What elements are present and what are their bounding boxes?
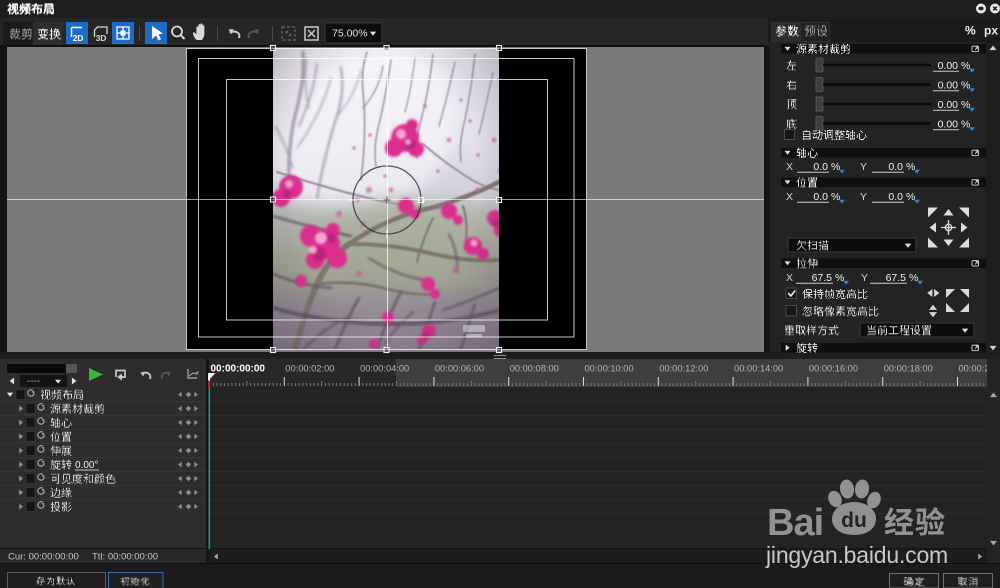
- svg-text:%: %: [961, 99, 970, 111]
- svg-text:Y: Y: [861, 272, 868, 284]
- svg-text:Y: Y: [860, 161, 867, 173]
- svg-text:px: px: [984, 24, 998, 38]
- svg-text:00:00:02:00: 00:00:02:00: [285, 364, 334, 374]
- svg-text:jingyan.baidu.com: jingyan.baidu.com: [765, 542, 948, 568]
- svg-text:00:00:18:00: 00:00:18:00: [884, 364, 933, 374]
- svg-text:X: X: [786, 191, 793, 203]
- svg-text:X: X: [786, 272, 793, 284]
- svg-text:0.0: 0.0: [813, 161, 828, 173]
- svg-text:Y: Y: [860, 191, 867, 203]
- svg-text:Ttl: 00:00:00:00: Ttl: 00:00:00:00: [92, 552, 158, 563]
- svg-text:%: %: [961, 118, 970, 130]
- svg-text:2D: 2D: [73, 33, 84, 43]
- svg-text:Cur: 00:00:00:00: Cur: 00:00:00:00: [8, 552, 79, 563]
- svg-text:%: %: [961, 60, 970, 72]
- svg-text:0.00: 0.00: [938, 60, 959, 72]
- svg-text:Bai: Bai: [767, 502, 823, 544]
- svg-text:00:00:00:00: 00:00:00:00: [211, 364, 266, 375]
- svg-text:du: du: [841, 509, 867, 532]
- svg-text:----: ----: [27, 376, 40, 387]
- svg-text:%: %: [835, 272, 844, 284]
- svg-text:67.5: 67.5: [886, 272, 907, 284]
- svg-text:0.00: 0.00: [938, 99, 959, 111]
- svg-text:%: %: [961, 79, 970, 91]
- svg-text:67.5: 67.5: [812, 272, 833, 284]
- svg-text:75.00%: 75.00%: [332, 28, 368, 40]
- svg-text:0.0: 0.0: [888, 161, 903, 173]
- svg-text:0.00: 0.00: [938, 118, 959, 130]
- svg-text:0.0: 0.0: [888, 191, 903, 203]
- svg-text:X: X: [786, 161, 793, 173]
- svg-text:%: %: [906, 191, 915, 203]
- svg-text:3D: 3D: [96, 33, 107, 43]
- svg-text:00:00:10:00: 00:00:10:00: [585, 364, 634, 374]
- svg-text:00:00:06:00: 00:00:06:00: [435, 364, 484, 374]
- svg-text:%: %: [909, 272, 918, 284]
- svg-text:%: %: [831, 191, 840, 203]
- svg-text:0.00°: 0.00°: [75, 460, 98, 471]
- svg-text:%: %: [831, 161, 840, 173]
- svg-text:00:00:14:00: 00:00:14:00: [734, 364, 783, 374]
- svg-text:%: %: [965, 24, 976, 38]
- svg-text:00:00:16:00: 00:00:16:00: [809, 364, 858, 374]
- svg-text:%: %: [906, 161, 915, 173]
- svg-text:0.00: 0.00: [938, 79, 959, 91]
- svg-text:00:00:04:00: 00:00:04:00: [360, 364, 409, 374]
- svg-text:0.0: 0.0: [813, 191, 828, 203]
- svg-text:00:00:08:00: 00:00:08:00: [510, 364, 559, 374]
- svg-text:00:00:12:00: 00:00:12:00: [659, 364, 708, 374]
